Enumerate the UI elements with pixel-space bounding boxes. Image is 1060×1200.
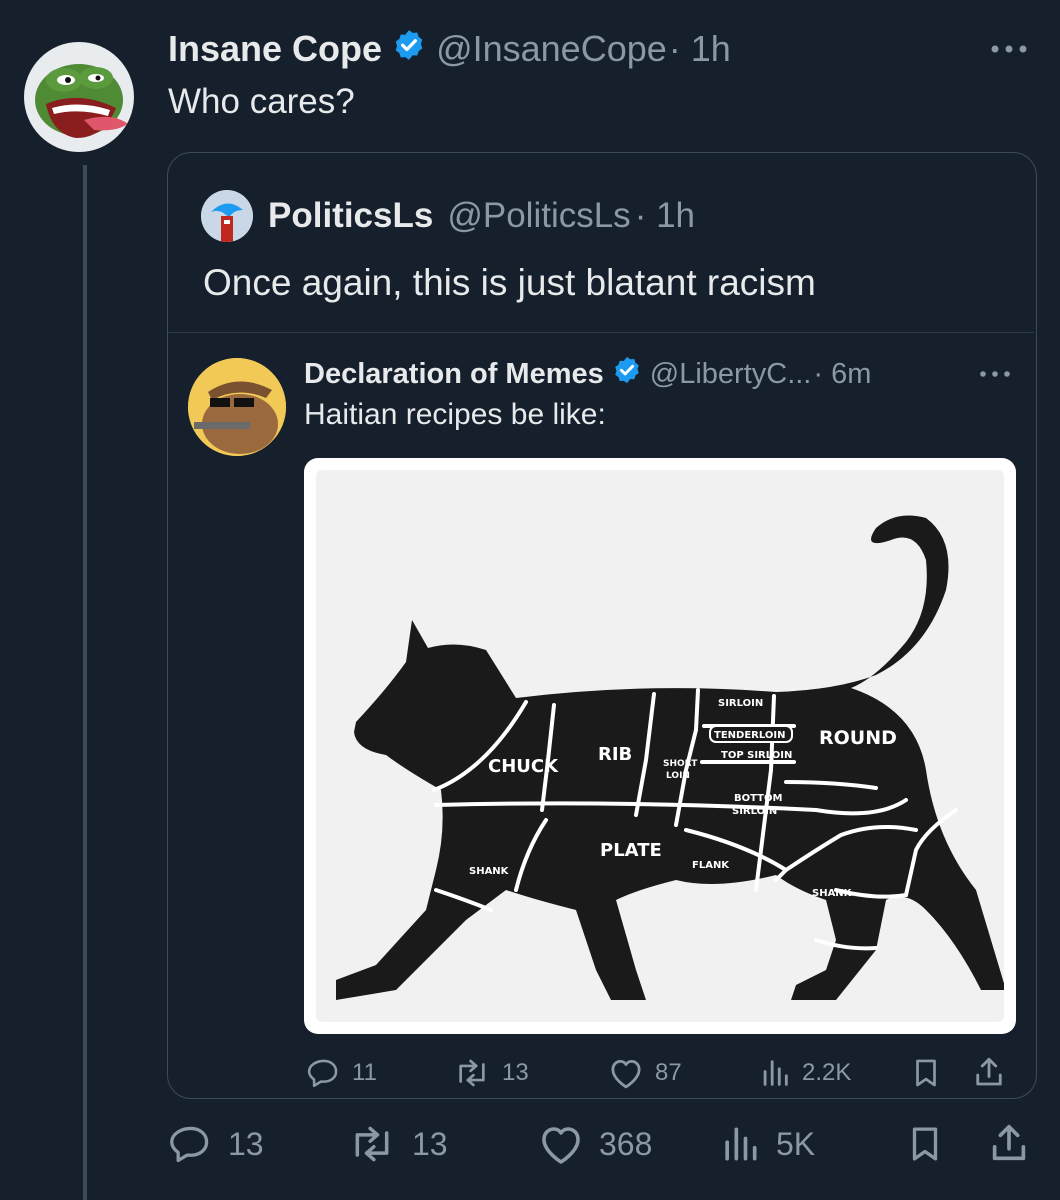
nested-bookmark-button[interactable] xyxy=(909,1056,943,1095)
author-name[interactable]: Insane Cope xyxy=(168,28,382,70)
nested-retweet-button[interactable]: 13 xyxy=(452,1056,529,1090)
views-button[interactable]: 5K xyxy=(718,1122,815,1166)
bookmark-button[interactable] xyxy=(904,1122,946,1171)
label-short-loin-1: SHORT xyxy=(663,759,698,769)
nested-retweet-count: 13 xyxy=(502,1059,529,1086)
nested-views-button[interactable]: 2.2K xyxy=(758,1056,851,1090)
nested-more-options-icon[interactable] xyxy=(975,362,1015,391)
avatar-declaration-of-memes[interactable] xyxy=(188,358,286,456)
nested-tweet-timestamp[interactable]: · 6m xyxy=(813,358,871,391)
label-chuck: CHUCK xyxy=(488,756,559,777)
bookmark-icon xyxy=(912,1127,938,1161)
capybara-avatar-image xyxy=(188,358,286,456)
main-tweet-header: Insane Cope @InsaneCope · 1h xyxy=(168,28,731,70)
heart-icon xyxy=(537,1122,585,1166)
nested-like-button[interactable]: 87 xyxy=(607,1056,682,1090)
meme-background: CHUCK RIB SHORT LOIN SIRLOIN TENDERLOIN … xyxy=(316,470,1006,1022)
reply-icon xyxy=(306,1056,342,1090)
politicsls-avatar-image xyxy=(201,190,253,242)
label-sirloin: SIRLOIN xyxy=(718,698,763,709)
nested-verified-badge-icon xyxy=(612,355,642,393)
retweet-count: 13 xyxy=(412,1125,448,1162)
frog-avatar-image xyxy=(35,64,128,138)
nested-author-handle[interactable]: @LibertyC... xyxy=(650,358,812,391)
nested-author-name[interactable]: Declaration of Memes xyxy=(304,358,604,391)
retweet-icon xyxy=(452,1056,492,1090)
label-round: ROUND xyxy=(819,727,897,749)
like-button[interactable]: 368 xyxy=(537,1122,652,1166)
quoted-tweet-timestamp[interactable]: · 1h xyxy=(635,196,695,236)
more-options-icon[interactable] xyxy=(985,34,1033,69)
cat-butcher-diagram: CHUCK RIB SHORT LOIN SIRLOIN TENDERLOIN … xyxy=(336,515,1006,1000)
quote-divider xyxy=(168,332,1034,333)
reply-button[interactable]: 13 xyxy=(168,1122,264,1166)
nested-reply-count: 11 xyxy=(352,1059,377,1086)
label-short-loin-2: LOIN xyxy=(666,771,690,781)
label-bottom-sirloin-2: SIRLOIN xyxy=(732,806,777,817)
quoted-author-handle[interactable]: @PoliticsLs xyxy=(447,196,630,236)
quoted-author-name[interactable]: PoliticsLs xyxy=(268,196,433,236)
nested-tweet-header: Declaration of Memes @LibertyC... · 6m xyxy=(304,354,871,394)
views-bar-chart-icon xyxy=(758,1056,792,1090)
meme-image-cat-butcher-chart[interactable]: CHUCK RIB SHORT LOIN SIRLOIN TENDERLOIN … xyxy=(304,458,1016,1034)
nested-reply-button[interactable]: 11 xyxy=(306,1056,377,1090)
views-count: 5K xyxy=(776,1125,816,1162)
like-count: 368 xyxy=(599,1125,653,1162)
share-icon xyxy=(976,1057,1002,1086)
label-flank: FLANK xyxy=(692,860,730,871)
label-tenderloin: TENDERLOIN xyxy=(714,730,785,741)
tweet-timestamp[interactable]: · 1h xyxy=(669,28,731,70)
verified-badge-icon xyxy=(392,28,426,71)
reply-count: 13 xyxy=(228,1125,264,1162)
nested-tweet-text: Haitian recipes be like: xyxy=(304,398,606,431)
quoted-tweet-header: PoliticsLs @PoliticsLs · 1h xyxy=(268,194,695,238)
heart-icon xyxy=(607,1056,645,1090)
views-bar-chart-icon xyxy=(718,1122,762,1166)
label-shank-back: SHANK xyxy=(812,888,853,899)
label-plate: PLATE xyxy=(600,840,662,861)
share-button[interactable] xyxy=(986,1120,1032,1171)
nested-like-count: 87 xyxy=(655,1059,682,1086)
author-handle[interactable]: @InsaneCope xyxy=(436,28,667,70)
retweet-icon xyxy=(346,1122,398,1166)
retweet-button[interactable]: 13 xyxy=(346,1122,448,1166)
quoted-tweet-text: Once again, this is just blatant racism xyxy=(203,262,816,303)
bookmark-icon xyxy=(916,1059,936,1087)
avatar-politicsls[interactable] xyxy=(201,190,253,242)
share-icon xyxy=(992,1124,1026,1161)
label-top-sirloin: TOP SIRLOIN xyxy=(721,750,792,761)
reply-icon xyxy=(168,1122,214,1166)
label-bottom-sirloin-1: BOTTOM xyxy=(734,793,782,804)
main-tweet-text: Who cares? xyxy=(168,82,355,121)
avatar-insane-cope[interactable] xyxy=(24,42,134,152)
nested-share-button[interactable] xyxy=(971,1054,1007,1095)
label-rib: RIB xyxy=(598,744,632,765)
thread-connector-line xyxy=(83,165,87,1200)
label-shank-front: SHANK xyxy=(469,866,510,877)
nested-views-count: 2.2K xyxy=(802,1059,852,1086)
